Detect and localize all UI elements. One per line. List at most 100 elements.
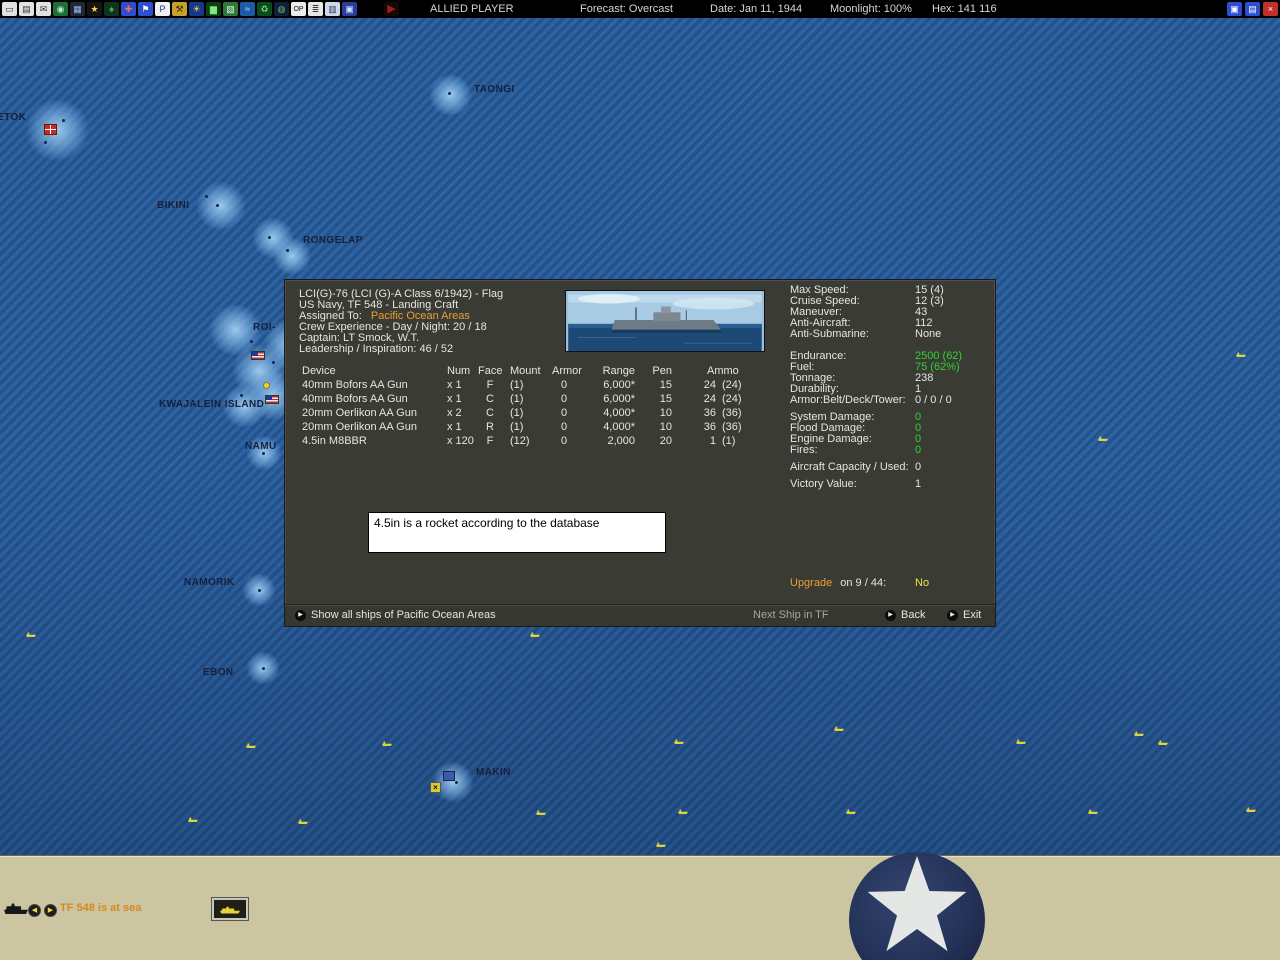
ship-marker[interactable] [26, 632, 36, 637]
medical-icon[interactable]: ✚ [121, 2, 136, 16]
stat-flood-damage: Flood Damage: 0 [790, 422, 922, 434]
back-button[interactable]: ▶ Back [885, 609, 925, 621]
map-icon[interactable]: ▧ [223, 2, 238, 16]
island-label-namu: NAMU [245, 441, 277, 452]
play-icon[interactable]: ▶ [384, 2, 399, 16]
airfield-icon[interactable]: × [430, 782, 441, 793]
pennant-icon[interactable]: P [155, 2, 170, 16]
weather-icon[interactable]: ☀ [189, 2, 204, 16]
stat-fuel: Fuel: 75 (62%) [790, 361, 960, 373]
island-label-taongi: TAONGI [474, 84, 515, 95]
date-label: Date: Jan 11, 1944 [710, 3, 803, 15]
window-icon[interactable]: ▭ [2, 2, 17, 16]
land-dot [272, 361, 275, 364]
ship-photo [565, 290, 765, 352]
stat-fires: Fires: 0 [790, 444, 922, 456]
ship-marker[interactable] [298, 819, 308, 824]
intel-icon[interactable]: ▥ [325, 2, 340, 16]
ship-marker[interactable] [536, 810, 546, 815]
ship-marker[interactable] [382, 741, 392, 746]
island-label-roi: ROI- [253, 322, 276, 333]
land-dot [262, 452, 265, 455]
us-flag-icon[interactable] [265, 395, 279, 404]
star-icon [867, 856, 967, 952]
star-icon[interactable]: ★ [87, 2, 102, 16]
world-icon[interactable]: ◍ [274, 2, 289, 16]
ship-marker[interactable] [834, 726, 844, 731]
ship-marker[interactable] [1158, 740, 1168, 745]
land-dot [262, 667, 265, 670]
island-label-kwajalein: KWAJALEIN ISLAND [159, 399, 265, 410]
prev-tf-button[interactable]: ◀ [28, 904, 41, 917]
enemy-base-icon[interactable] [44, 124, 57, 135]
mail-icon[interactable]: ✉ [36, 2, 51, 16]
ship-marker[interactable] [678, 809, 688, 814]
signal-flag-icon[interactable]: ⚑ [138, 2, 153, 16]
ship-marker[interactable] [1236, 352, 1246, 357]
land-dot [216, 204, 219, 207]
stat-victory-value: Victory Value: 1 [790, 478, 922, 490]
operations-icon[interactable]: OP [291, 2, 306, 16]
ship-marker[interactable] [674, 739, 684, 744]
stat-anti-aircraft: Anti-Aircraft: 112 [790, 317, 933, 329]
ship-marker[interactable] [1016, 739, 1026, 744]
upgrade-line: Upgrade on 9 / 44: No [790, 577, 990, 589]
alert-red-icon[interactable]: × [1263, 2, 1278, 16]
ship-marker[interactable] [1134, 731, 1144, 736]
arrow-icon: ▶ [295, 609, 306, 621]
document-icon[interactable]: ▤ [19, 2, 34, 16]
back-label: Back [901, 609, 926, 621]
arrow-icon: ▶ [947, 609, 958, 621]
device-row: 4.5in M8BBR x 120 F (12) 0 2,000 20 1 (1… [302, 435, 736, 447]
device-row: 20mm Oerlikon AA Gun x 2 C (1) 0 4,000* … [302, 407, 742, 419]
device-row: 40mm Bofors AA Gun x 1 F (1) 0 6,000* 15… [302, 379, 742, 391]
land-dot [240, 394, 243, 397]
exit-button[interactable]: ▶ Exit [947, 609, 981, 621]
replenish-icon[interactable]: ♻ [257, 2, 272, 16]
chart-icon[interactable]: ▆ [206, 2, 221, 16]
ship-marker[interactable] [1098, 436, 1108, 441]
selected-ship-button[interactable] [212, 898, 248, 920]
ship-marker[interactable] [846, 809, 856, 814]
land-dot [250, 340, 253, 343]
ship-marker[interactable] [530, 632, 540, 637]
next-ship-label: Next Ship in TF [753, 609, 829, 621]
bottom-status-bar: ◀ ▶ TF 548 is at sea [0, 852, 1280, 960]
ship-marker[interactable] [246, 743, 256, 748]
allied-base-icon[interactable] [443, 771, 455, 781]
next-tf-button[interactable]: ▶ [44, 904, 57, 917]
sea-icon[interactable]: ≈ [240, 2, 255, 16]
us-flag-icon[interactable] [251, 351, 265, 360]
toolbar-right-icons: ▣ ▤ × [1227, 2, 1278, 16]
land-dot [62, 119, 65, 122]
tree-icon[interactable]: ♠ [104, 2, 119, 16]
panel-blue-icon[interactable]: ▤ [1245, 2, 1260, 16]
ship-marker[interactable] [656, 842, 666, 847]
ship-marker[interactable] [188, 817, 198, 822]
tf-status-text: TF 548 is at sea [60, 902, 142, 914]
screen-icon[interactable]: ▣ [342, 2, 357, 16]
database-icon[interactable]: ▦ [70, 2, 85, 16]
globe-icon[interactable]: ◉ [53, 2, 68, 16]
land-dot [268, 236, 271, 239]
arrow-icon: ▶ [885, 609, 896, 621]
mini-ship-icon [220, 906, 240, 914]
base-dot-icon[interactable] [263, 382, 270, 389]
industry-icon[interactable]: ⚒ [172, 2, 187, 16]
flag-canton [266, 396, 272, 400]
island-label-ebon: EBON [203, 667, 234, 678]
upgrade-date: on 9 / 44: [840, 577, 887, 589]
forecast-label: Forecast: Overcast [580, 3, 673, 15]
show-all-ships-button[interactable]: ▶ Show all ships of Pacific Ocean Areas [295, 609, 496, 621]
window-blue-icon[interactable]: ▣ [1227, 2, 1242, 16]
next-ship-button[interactable]: Next Ship in TF [753, 609, 829, 621]
stat-anti-submarine: Anti-Submarine: None [790, 328, 942, 340]
ship-marker[interactable] [1088, 809, 1098, 814]
land-dot [448, 92, 451, 95]
land-dot [205, 195, 208, 198]
upgrade-toggle[interactable]: No [915, 577, 929, 589]
ship-marker[interactable] [1246, 807, 1256, 812]
tf-ship-icon[interactable] [4, 903, 28, 914]
list-icon[interactable]: ≣ [308, 2, 323, 16]
stat-cruise-speed: Cruise Speed: 12 (3) [790, 295, 944, 307]
